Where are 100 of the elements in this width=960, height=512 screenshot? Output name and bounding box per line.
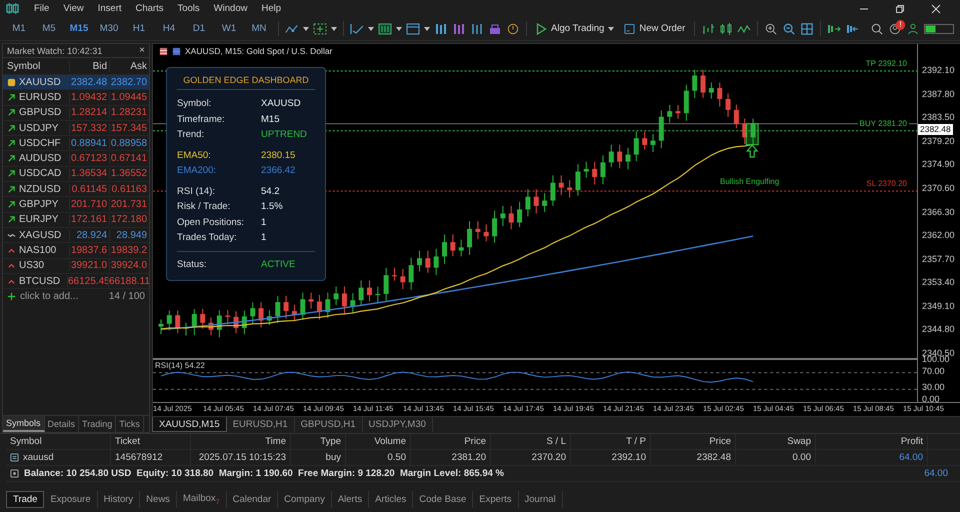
menu-item[interactable]: Window [206,3,254,14]
chart-window-icon[interactable] [378,22,392,34]
toolbox-tab[interactable]: Trade [6,491,44,508]
indicator-icon[interactable] [350,22,364,34]
bid-price: 2382.48 [69,76,110,88]
symbol-row[interactable]: XAUUSD 2382.48 2382.70 [3,75,149,90]
column-header[interactable]: Price [651,434,736,449]
timeframe-button[interactable]: M1 [6,23,32,34]
new-order-button[interactable]: New Order [621,22,688,34]
column-header[interactable]: Ticket [111,434,191,449]
timeframe-button[interactable]: M30 [96,23,122,34]
column-header[interactable]: Profit [816,434,928,449]
menu-item[interactable]: Help [254,3,288,14]
symbol-row[interactable]: NAS100 19837.6 19839.2 [3,243,149,259]
autoscroll-icon[interactable] [845,22,860,34]
toolbox-tab[interactable]: Calendar [226,491,278,508]
column-header[interactable]: T / P [571,434,651,449]
timeframe-button[interactable]: M15 [66,23,92,34]
panel-tab[interactable]: Trading [79,416,116,432]
column-header[interactable]: Volume [346,434,411,449]
candlestick-icon[interactable] [719,22,734,34]
close-button[interactable]: × [139,45,145,56]
bag-icon[interactable] [488,22,502,34]
dropdown-caret-icon[interactable] [368,26,374,30]
symbol-row[interactable]: USDCHF 0.88941 0.88958 [3,136,149,152]
timeframe-button[interactable]: H1 [126,23,152,34]
drawing-tools-icon[interactable] [285,22,299,34]
symbol-row[interactable]: NZDUSD 0.61145 0.61163 [3,182,149,198]
menu-item[interactable]: Charts [128,3,170,14]
dropdown-caret-icon[interactable] [303,26,309,30]
column-header[interactable]: Swap [736,434,816,449]
toolbox-tab[interactable]: News [140,491,177,508]
chart-tab[interactable]: EURUSD,H1 [226,417,295,432]
menu-item[interactable]: Insert [90,3,128,14]
dropdown-caret-icon[interactable] [331,26,337,30]
column-header[interactable]: Symbol [3,60,70,72]
symbol-row[interactable]: GBPUSD 1.28214 1.28231 [3,106,149,121]
clock-icon[interactable] [506,22,520,34]
menu-item[interactable]: File [27,3,56,14]
panel-tab[interactable]: Ticks [116,416,144,432]
restore-icon[interactable] [895,4,905,14]
menu-item[interactable]: Tools [170,3,207,14]
panel-tab[interactable]: Symbols [3,416,45,432]
column-header[interactable]: Time [191,434,291,449]
column-header[interactable]: Bid [69,60,110,72]
symbol-name: GBPUSD [19,107,62,118]
toolbox-tab[interactable]: Journal [518,491,563,508]
timeframe-button[interactable]: H4 [156,23,182,34]
close-icon[interactable] [931,4,941,14]
symbol-row[interactable]: EURUSD 1.09432 1.09445 [3,90,149,106]
column-header[interactable]: Symbol [6,434,111,449]
account-icon[interactable] [906,22,920,34]
symbol-row[interactable]: USDJPY 157.332 157.345 [3,120,149,136]
symbol-row[interactable]: XAGUSD 28.924 28.949 [3,228,149,244]
chart-tab[interactable]: XAUUSD,M15 [152,417,227,432]
timeframe-button[interactable]: MN [246,23,272,34]
timeframe-button[interactable]: D1 [186,23,212,34]
toolbox-tab[interactable]: Code Base [413,491,474,508]
toolbox-tab[interactable]: Mailbox$_{7}$ [176,491,227,508]
zoom-out-icon[interactable] [782,22,796,34]
bars-icon[interactable] [452,22,466,34]
bars-icon[interactable] [434,22,448,34]
toolbox-tab[interactable]: History [98,491,140,508]
bars-icon[interactable] [470,22,484,34]
chart-tab[interactable]: USDJPY,M30 [362,417,433,432]
algo-trading-button[interactable]: Algo Trading [533,22,618,34]
chart-tab[interactable]: GBPUSD,H1 [294,417,363,432]
symbol-row[interactable]: EURJPY 172.161 172.180 [3,212,149,228]
up-arrow-icon [7,200,16,210]
add-icon[interactable] [7,292,16,302]
search-icon[interactable] [870,22,884,34]
column-header[interactable]: S / L [491,434,571,449]
dropdown-caret-icon[interactable] [396,26,402,30]
toolbox-tab[interactable]: Company [278,491,332,508]
toolbox-tab[interactable]: Articles [369,491,414,508]
symbol-row[interactable]: USDCAD 1.36534 1.36552 [3,166,149,182]
panel-tab[interactable]: Details [44,416,80,432]
dropdown-caret-icon[interactable] [424,26,430,30]
template-icon[interactable] [406,22,420,34]
add-symbol-link[interactable]: click to add... [20,291,105,302]
chart-shift-icon[interactable] [827,22,842,34]
bar-chart-icon[interactable] [701,22,716,34]
timeframe-button[interactable]: W1 [216,23,242,34]
toolbox-tab[interactable]: Experts [473,491,519,508]
zoom-in-icon[interactable] [764,22,778,34]
candle [617,144,622,169]
symbol-row[interactable]: GBPJPY 201.710 201.731 [3,197,149,213]
symbol-row[interactable]: US30 39921.0 39924.0 [3,258,149,274]
column-header[interactable]: Type [291,434,346,449]
toolbox-tab[interactable]: Exposure [44,491,98,508]
symbol-row[interactable]: AUDUSD 0.67123 0.67141 [3,151,149,167]
tile-windows-icon[interactable] [800,22,814,34]
crosshair-icon[interactable] [313,22,327,34]
symbol-row[interactable]: BTCUSD 66125.4566188.11 [3,274,149,290]
menu-item[interactable]: View [56,3,91,14]
line-chart-icon[interactable] [737,22,752,34]
toolbox-tab[interactable]: Alerts [332,491,370,508]
column-header[interactable]: Ask [109,60,150,72]
column-header[interactable]: Price [411,434,491,449]
timeframe-button[interactable]: M5 [36,23,62,34]
